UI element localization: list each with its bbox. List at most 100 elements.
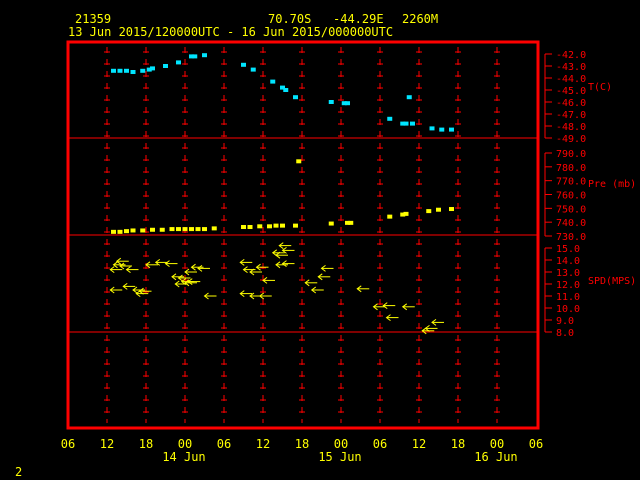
temperature-point [439,127,445,132]
y-tick-label: 12.0 [556,280,580,291]
wind-arrow [109,266,123,274]
temperature-point [176,60,181,65]
wind-arrow [431,318,444,326]
pressure-point [211,226,217,231]
temperature-point [449,127,454,132]
y-axes: -42.0-43.0-44.0-45.0-46.0-47.0-48.0-49.0… [544,50,636,339]
wind-arrow [203,292,217,300]
wind-arrow [278,242,292,250]
pressure-point [328,221,334,226]
pressure-point [296,159,302,164]
pressure-series [111,159,454,234]
pressure-point [280,223,285,228]
temperature-series [111,53,454,132]
wind-arrow [239,258,253,266]
pressure-point [124,229,129,234]
temperature-point [328,100,334,104]
temperature-point [270,79,276,84]
wind-arrow [187,278,201,286]
pressure-point [176,227,181,232]
pressure-point [403,211,409,216]
pressure-point [159,227,165,232]
y-axis-label: SPD(MPS) [588,276,636,287]
x-tick-label: 00 [490,437,504,451]
y-tick-label: 14.0 [556,256,580,267]
wind-arrow [164,260,178,268]
meteogram-chart: -42.0-43.0-44.0-45.0-46.0-47.0-48.0-49.0… [61,40,636,464]
y-tick-label: 790.0 [556,149,586,160]
pressure-point [293,223,298,228]
temperature-point [130,70,136,74]
y-tick-label: -48.0 [556,122,586,133]
y-tick-label: 11.0 [556,292,580,303]
x-tick-label: 18 [451,437,465,451]
x-tick-label: 06 [529,437,543,451]
temperature-point [429,126,435,131]
pressure-point [241,225,246,230]
wind-arrow [310,286,324,294]
temperature-point [241,62,246,67]
x-tick-label: 06 [373,437,387,451]
date-label: 15 Jun [318,450,361,464]
pressure-point [202,227,207,232]
y-tick-label: 740.0 [556,218,586,229]
date-label: 14 Jun [162,450,205,464]
wind-arrow [385,314,399,322]
panel-dividers [68,137,538,333]
pressure-point [182,227,188,232]
temperature-point [124,68,129,73]
wind-arrow [109,286,123,294]
pressure-point [189,227,194,232]
pressure-point [449,207,454,212]
wind-arrow [258,292,272,300]
temperature-point [345,101,350,106]
pressure-point [247,225,253,230]
pressure-point [140,228,146,233]
temperature-point [163,64,168,68]
temperature-point [111,68,116,73]
temperature-point [293,95,298,100]
wind-arrow [125,266,139,274]
temperature-point [403,121,409,126]
y-tick-label: 750.0 [556,204,586,215]
date-label: 16 Jun [474,450,517,464]
pressure-point [130,228,136,233]
pressure-point [169,227,175,232]
x-tick-label: 06 [61,437,75,451]
x-tick-label: 18 [139,437,153,451]
temperature-point [410,121,415,126]
pressure-point [436,207,441,212]
x-tick-label: 00 [178,437,192,451]
wind-arrow [262,276,275,284]
y-tick-label: -44.0 [556,74,586,85]
wind-arrow [115,257,129,265]
temperature-point [387,116,393,121]
y-tick-label: 8.0 [556,328,574,339]
wind-arrow [320,264,334,272]
y-axis-label: Pre (mb) [588,179,636,190]
y-tick-label: -46.0 [556,98,586,109]
wind-arrow [119,262,132,270]
temperature-point [140,68,146,73]
temperature-point [117,68,123,73]
pressure-point [426,209,432,214]
pressure-point [150,227,155,232]
wind-arrow [184,279,197,287]
pressure-point [117,229,123,234]
pressure-point [348,220,354,225]
pressure-point [257,224,263,229]
pressure-point [111,229,116,234]
pressure-point [267,224,272,229]
pressure-point [387,214,393,219]
wind-arrow [304,279,318,287]
y-tick-label: -49.0 [556,134,586,145]
y-tick-label: -42.0 [556,50,586,61]
pressure-point [273,223,279,228]
y-tick-label: 9.0 [556,316,574,327]
x-axis: 06 12 18 00 06 12 18 00 06 12 18 00 06 14 Jun 15 Jun 16… [61,437,543,464]
x-tick-label: 18 [295,437,309,451]
temperature-point [192,54,198,59]
wind-arrow [401,303,415,311]
x-tick-label: 06 [217,437,231,451]
wind-arrow [281,260,295,268]
